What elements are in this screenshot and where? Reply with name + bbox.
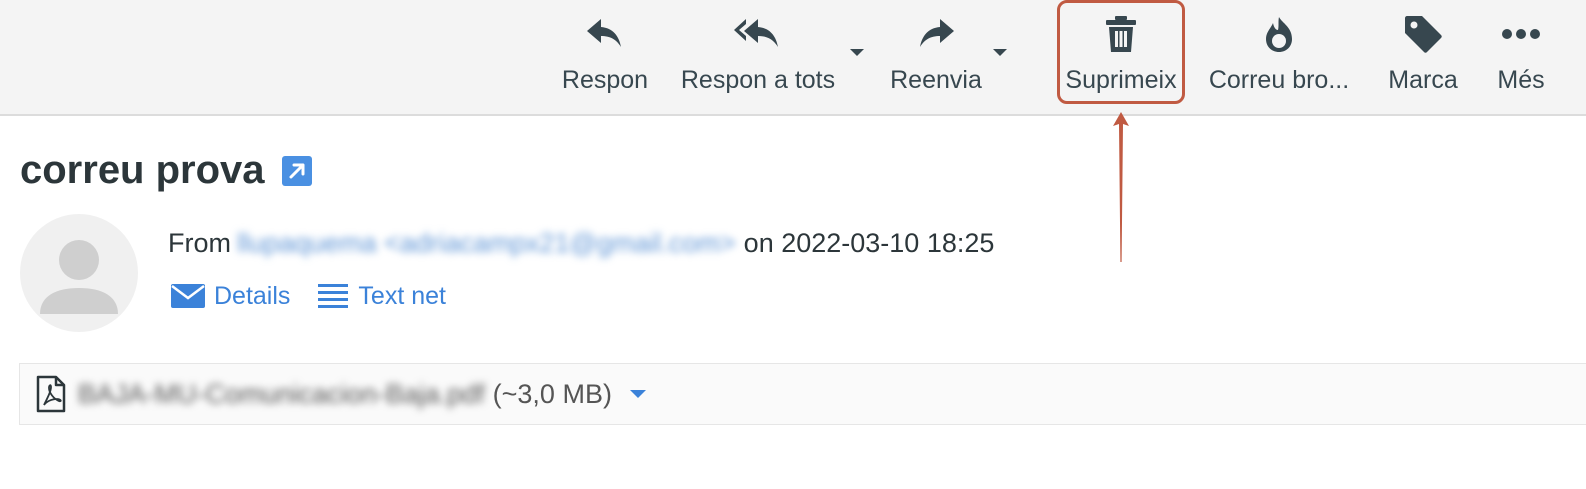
junk-button[interactable]: Correu bro... <box>1204 0 1354 114</box>
more-label: Més <box>1497 66 1545 94</box>
ellipsis-icon <box>1501 12 1541 56</box>
fire-icon <box>1262 12 1296 56</box>
from-line: From llupaquema <adriacampx21@gmail.com>… <box>168 228 994 259</box>
header-links: Details Text net <box>170 281 472 311</box>
tag-icon <box>1403 12 1443 56</box>
message-date: on 2022-03-10 18:25 <box>743 228 995 258</box>
forward-label: Reenvia <box>890 66 982 94</box>
subject-text: correu prova <box>20 148 265 192</box>
delete-highlight-box <box>1057 0 1185 104</box>
user-silhouette-icon <box>40 240 118 314</box>
attachment-size: (~3,0 MB) <box>492 378 612 409</box>
open-in-new-window-icon[interactable] <box>281 155 313 187</box>
attachment-item[interactable]: BAJA-MU-Comunicacion-Baja.pdf (~3,0 MB) <box>19 363 1586 425</box>
plain-text-link[interactable]: Text net <box>316 281 446 311</box>
attachment-filename[interactable]: BAJA-MU-Comunicacion-Baja.pdf <box>78 379 485 410</box>
reply-all-dropdown-caret[interactable] <box>850 49 864 56</box>
details-label: Details <box>214 281 291 310</box>
message-subject: correu prova <box>20 148 313 193</box>
forward-dropdown-caret[interactable] <box>993 49 1007 56</box>
attachment-menu-caret[interactable] <box>629 390 646 398</box>
envelope-icon <box>171 284 205 308</box>
sender-avatar <box>20 214 138 332</box>
reply-all-label: Respon a tots <box>680 66 836 94</box>
mark-label: Marca <box>1388 66 1458 94</box>
annotation-arrow-icon <box>1113 112 1129 262</box>
reply-all-button[interactable]: Respon a tots <box>674 0 842 114</box>
forward-icon <box>916 12 956 56</box>
pdf-file-icon <box>36 375 66 413</box>
details-link[interactable]: Details <box>170 282 290 311</box>
message-toolbar: Respon Respon a tots Reenvia Suprimeix C… <box>0 0 1586 116</box>
reply-label: Respon <box>561 66 649 94</box>
more-button[interactable]: Més <box>1490 0 1552 114</box>
mark-button[interactable]: Marca <box>1380 0 1466 114</box>
forward-button[interactable]: Reenvia <box>886 0 986 114</box>
sender-address[interactable]: llupaquema <adriacampx21@gmail.com> <box>237 228 736 259</box>
reply-button[interactable]: Respon <box>558 0 652 114</box>
junk-label: Correu bro... <box>1208 66 1350 94</box>
plain-text-label: Text net <box>358 281 446 310</box>
reply-all-icon <box>734 12 782 56</box>
reply-icon <box>585 12 625 56</box>
from-label: From <box>168 228 231 258</box>
lines-icon <box>318 284 349 308</box>
